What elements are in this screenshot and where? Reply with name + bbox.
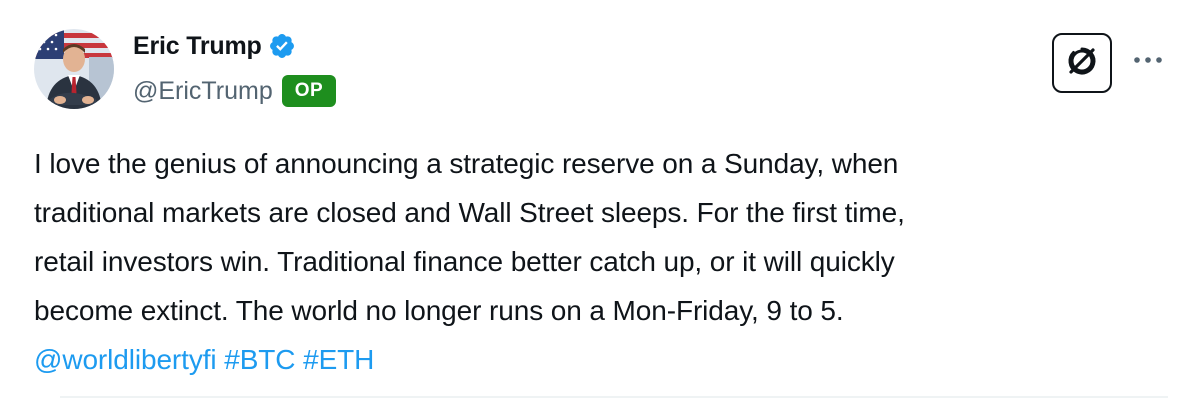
verified-badge-icon [268, 32, 296, 60]
tweet-text-line: retail investors win. Traditional financ… [34, 246, 895, 277]
more-options-icon [1131, 52, 1165, 70]
grok-button[interactable] [1052, 33, 1112, 93]
grok-icon [1065, 44, 1099, 83]
avatar[interactable] [34, 29, 114, 109]
more-options-button[interactable] [1128, 44, 1168, 78]
tweet-text-line: traditional markets are closed and Wall … [34, 197, 905, 228]
divider [60, 396, 1168, 398]
tweet-text-line: I love the genius of announcing a strate… [34, 148, 899, 179]
hashtag-link[interactable]: #ETH [303, 344, 374, 375]
author-name-row: Eric Trump [133, 31, 296, 61]
author-display-name[interactable]: Eric Trump [133, 32, 262, 61]
author-handle-row: @EricTrump OP [133, 74, 337, 108]
tweet-links-line: @worldlibertyfi #BTC #ETH [34, 335, 1174, 384]
op-badge: OP [281, 75, 337, 107]
hashtag-link[interactable]: #BTC [224, 344, 295, 375]
tweet-text: I love the genius of announcing a strate… [34, 139, 1174, 384]
tweet-card: Eric Trump @EricTrump OP I love the geni… [0, 0, 1200, 402]
author-handle[interactable]: @EricTrump [133, 77, 273, 106]
mention-link[interactable]: @worldlibertyfi [34, 344, 217, 375]
tweet-text-line: become extinct. The world no longer runs… [34, 295, 844, 326]
